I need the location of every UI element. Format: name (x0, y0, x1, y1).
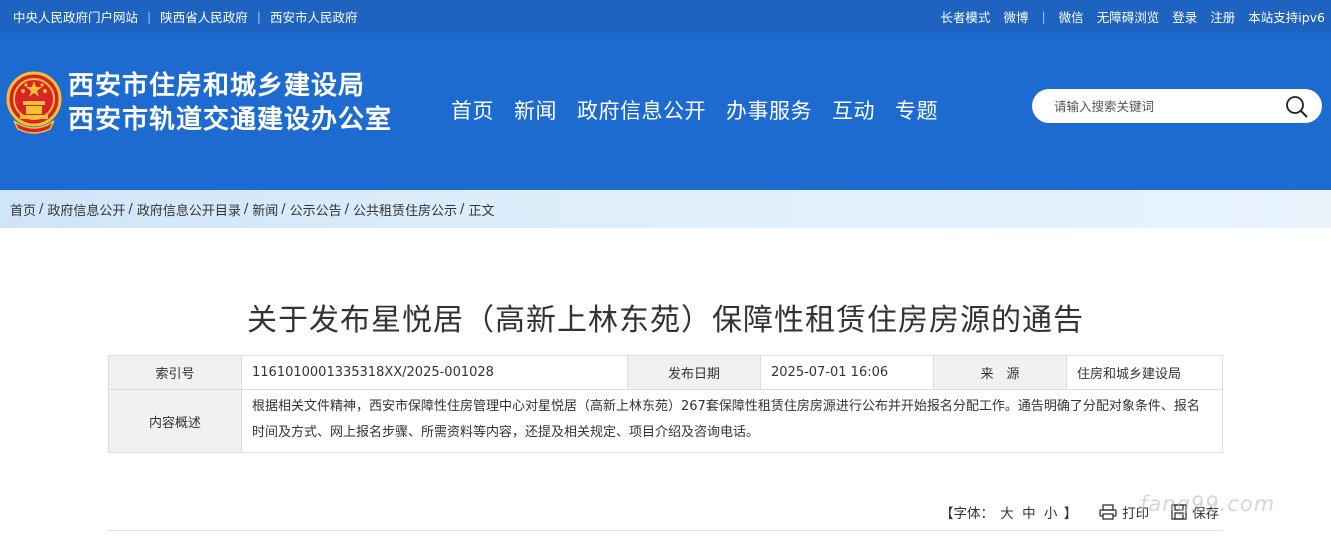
font-size-medium[interactable]: 中 (1022, 506, 1036, 522)
breadcrumb-separator: / (243, 201, 249, 217)
separator: | (147, 9, 152, 24)
search-icon[interactable] (1284, 94, 1310, 120)
nav-interaction[interactable]: 互动 (832, 95, 875, 125)
nav-news[interactable]: 新闻 (514, 95, 557, 125)
breadcrumb-gov-info-catalog[interactable]: 政府信息公开目录 (137, 200, 241, 219)
breadcrumb-home[interactable]: 首页 (10, 200, 36, 219)
nav-gov-info[interactable]: 政府信息公开 (577, 95, 706, 125)
breadcrumb-separator: / (281, 201, 286, 217)
link-wechat[interactable]: 微信 (1059, 7, 1084, 26)
link-xian-gov[interactable]: 西安市人民政府 (270, 7, 358, 26)
search-input[interactable] (1054, 96, 1274, 116)
breadcrumb: 首页 / 政府信息公开 / 政府信息公开目录 / 新闻 / 公示公告 / 公共租赁住房公示… (0, 190, 1331, 228)
link-weibo[interactable]: 微博 (1003, 7, 1028, 26)
font-size-suffix: 】 (1063, 506, 1078, 522)
link-elder-mode[interactable]: 长者模式 (940, 7, 990, 26)
breadcrumb-announcements[interactable]: 公示公告 (290, 200, 342, 219)
search-box (1032, 89, 1322, 123)
font-size-prefix: 【字体： (940, 506, 994, 522)
breadcrumb-separator: / (39, 201, 44, 217)
main-nav: 首页 新闻 政府信息公开 办事服务 互动 专题 (451, 95, 958, 125)
nav-home[interactable]: 首页 (451, 95, 494, 125)
breadcrumb-current: 正文 (468, 203, 495, 219)
font-size-large[interactable]: 大 (1000, 506, 1014, 522)
site-title-line1: 西安市住房和城乡建设局 (68, 71, 366, 101)
date-label: 发布日期 (627, 355, 761, 390)
breadcrumb-separator: / (128, 201, 133, 217)
nav-topics[interactable]: 专题 (895, 95, 938, 125)
link-register[interactable]: 注册 (1210, 7, 1235, 26)
national-emblem-icon (6, 71, 62, 134)
summary-value: 根据相关文件精神，西安市保障性住房管理中心对星悦居（高新上林东苑）267套保障性… (241, 389, 1223, 453)
font-size-switcher: 【字体： 大 中 小 】 (940, 502, 1077, 522)
breadcrumb-gov-info[interactable]: 政府信息公开 (47, 200, 125, 219)
site-header: 西安市住房和城乡建设局 西安市轨道交通建设办公室 首页 新闻 政府信息公开 办事… (0, 33, 1331, 190)
nav-services[interactable]: 办事服务 (726, 95, 812, 125)
summary-row: 内容概述 根据相关文件精神，西安市保障性住房管理中心对星悦居（高新上林东苑）26… (108, 389, 1223, 453)
article-meta-table: 索引号 1161010001335318XX/2025-001028 发布日期 … (108, 355, 1223, 453)
separator: | (1041, 9, 1046, 24)
top-utility-bar: 中央人民政府门户网站 | 陕西省人民政府 | 西安市人民政府 长者模式 微博 |… (0, 0, 1331, 33)
top-left-links: 中央人民政府门户网站 | 陕西省人民政府 | 西安市人民政府 (13, 0, 357, 33)
breadcrumb-news[interactable]: 新闻 (252, 200, 278, 219)
index-label: 索引号 (108, 355, 242, 390)
breadcrumb-separator: / (344, 201, 350, 217)
font-size-small[interactable]: 小 (1044, 506, 1058, 522)
breadcrumb-separator: / (460, 201, 465, 217)
summary-label: 内容概述 (108, 389, 242, 453)
content-divider (108, 530, 1223, 531)
article-title: 关于发布星悦居（高新上林东苑）保障性租赁住房房源的通告 (247, 303, 1084, 338)
top-right-links: 长者模式 微博 | 微信 无障碍浏览 登录 注册 本站支持ipv6 (927, 0, 1325, 33)
source-label: 来 源 (933, 355, 1067, 390)
link-ipv6[interactable]: 本站支持ipv6 (1248, 7, 1325, 26)
separator: | (256, 9, 261, 24)
link-login[interactable]: 登录 (1172, 7, 1197, 26)
link-accessibility[interactable]: 无障碍浏览 (1097, 7, 1160, 26)
link-central-gov[interactable]: 中央人民政府门户网站 (13, 7, 138, 26)
source-value: 住房和城乡建设局 (1066, 355, 1223, 390)
printer-icon (1099, 504, 1117, 520)
site-title-line2: 西安市轨道交通建设办公室 (68, 105, 393, 135)
date-value: 2025-07-01 16:06 (760, 355, 934, 390)
link-shaanxi-gov[interactable]: 陕西省人民政府 (160, 7, 248, 26)
meta-row: 索引号 1161010001335318XX/2025-001028 发布日期 … (108, 355, 1223, 390)
site-title[interactable]: 西安市住房和城乡建设局 西安市轨道交通建设办公室 (68, 69, 392, 137)
watermark: fang99.com (1140, 492, 1276, 516)
breadcrumb-public-rental[interactable]: 公共租赁住房公示 (353, 200, 457, 219)
index-value: 1161010001335318XX/2025-001028 (241, 355, 628, 390)
